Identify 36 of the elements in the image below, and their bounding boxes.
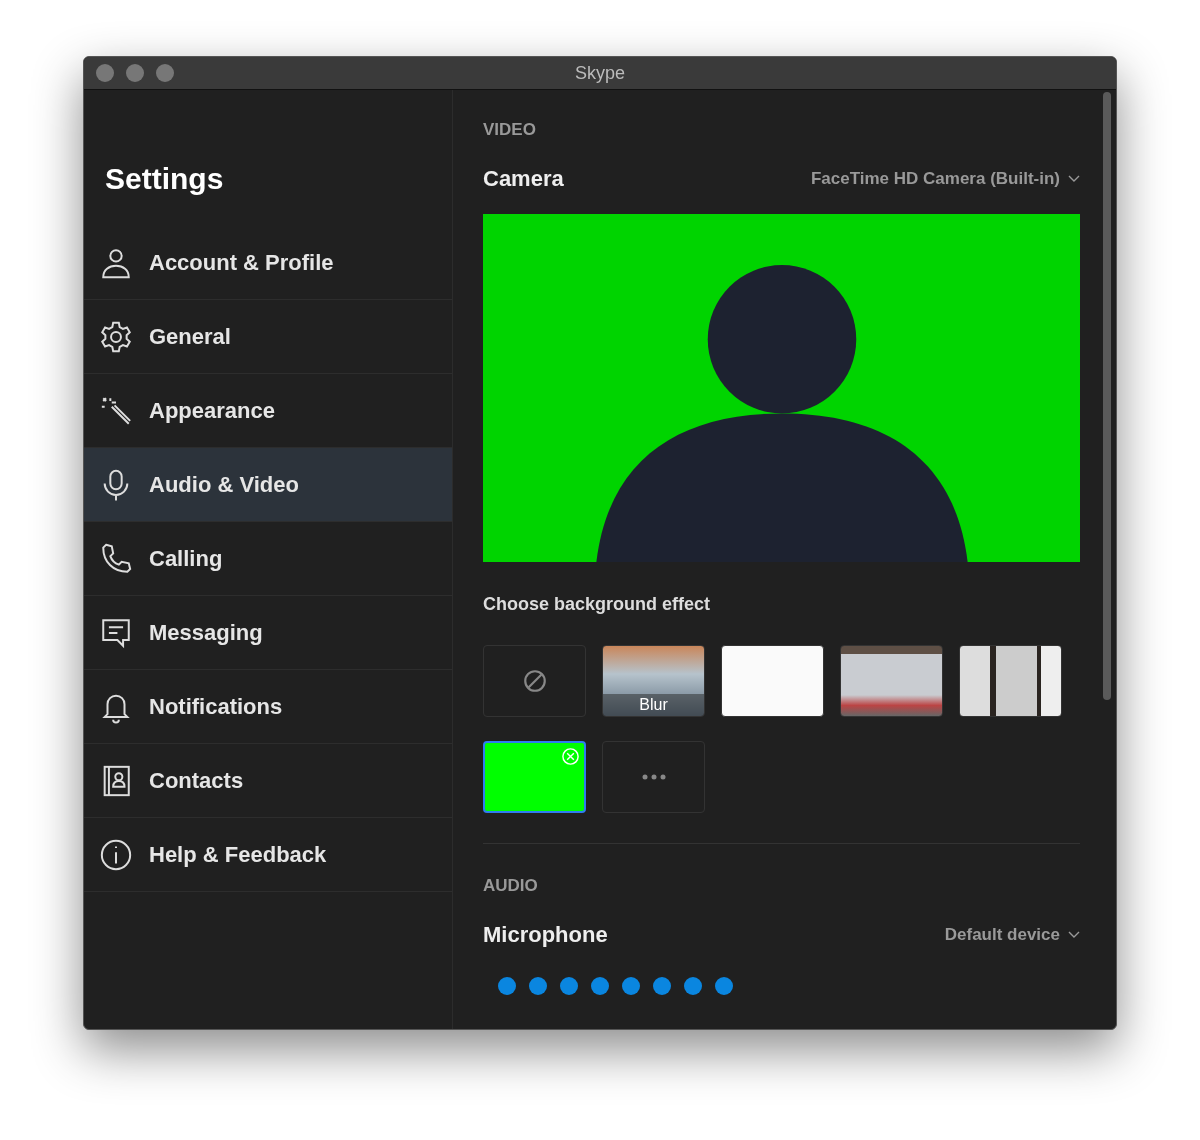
setting-label: Microphone [483,922,608,948]
sidebar-item[interactable]: Help & Feedback [84,818,452,892]
solid-background-tile[interactable] [483,741,586,813]
more-icon [641,774,666,780]
blur-tile[interactable]: Blur [602,645,705,717]
zoom-button[interactable] [156,64,174,82]
chevron-down-icon [1068,931,1080,939]
background-image-tile[interactable] [721,645,824,717]
sidebar-item[interactable]: Audio & Video [84,448,452,522]
more-effects-tile[interactable] [602,741,705,813]
remove-icon[interactable] [561,747,580,766]
section-heading: VIDEO [483,120,536,140]
setting-label: Camera [483,166,564,192]
sidebar-item[interactable]: Notifications [84,670,452,744]
minimize-button[interactable] [126,64,144,82]
camera-dropdown[interactable]: FaceTime HD Camera (Built-in) [810,169,1080,189]
sidebar-item[interactable]: Messaging [84,596,452,670]
microphone-dropdown[interactable]: Default device [944,925,1080,945]
settings-heading: Settings [105,162,224,196]
sidebar-item[interactable]: General [84,300,452,374]
section-heading: AUDIO [483,876,538,896]
chevron-down-icon [1068,175,1080,183]
window-title: Skype [574,62,626,84]
sidebar-item[interactable]: Account & Profile [84,226,452,300]
background-image-tile[interactable] [840,645,943,717]
sidebar-item[interactable]: Contacts [84,744,452,818]
setting-label: Choose background effect [483,594,711,615]
info-icon [99,837,133,872]
sidebar-item[interactable]: Calling [84,522,452,596]
close-button[interactable] [96,64,114,82]
no-effect-icon [521,668,548,694]
phone-icon [99,541,133,576]
no-effect-tile[interactable] [483,645,586,717]
gear-icon [99,319,133,354]
scrollbar-thumb[interactable] [1103,92,1111,700]
background-image-tile[interactable] [959,645,1062,717]
